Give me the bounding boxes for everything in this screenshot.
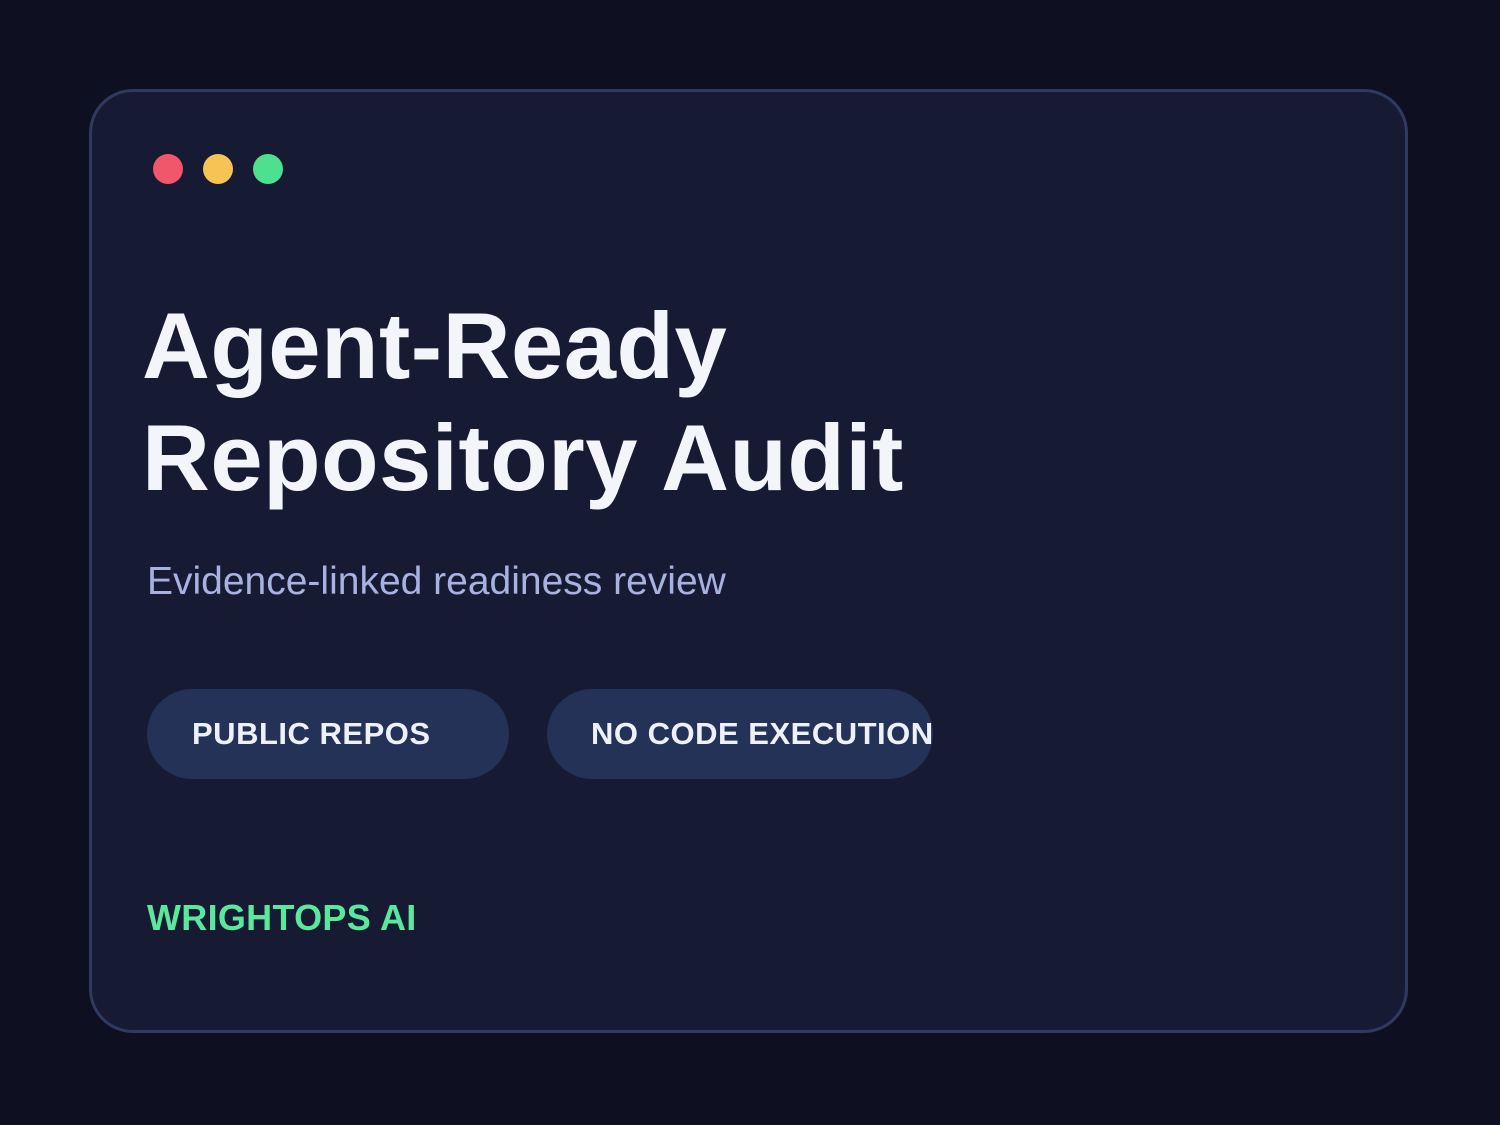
subtitle: Evidence-linked readiness review	[147, 560, 726, 603]
close-dot-icon[interactable]	[153, 154, 183, 184]
brand-name: WRIGHTOPS AI	[147, 897, 417, 938]
maximize-dot-icon[interactable]	[253, 154, 283, 184]
page-title: Agent-Ready Repository Audit	[142, 290, 904, 514]
window-controls	[153, 154, 283, 184]
title-line-1: Agent-Ready	[142, 293, 728, 398]
minimize-dot-icon[interactable]	[203, 154, 233, 184]
title-line-2: Repository Audit	[142, 405, 904, 510]
tag-no-code-execution: NO CODE EXECUTION	[547, 689, 933, 779]
card-window: Agent-Ready Repository Audit Evidence-li…	[89, 89, 1408, 1033]
tag-public-repos: PUBLIC REPOS	[147, 689, 509, 779]
